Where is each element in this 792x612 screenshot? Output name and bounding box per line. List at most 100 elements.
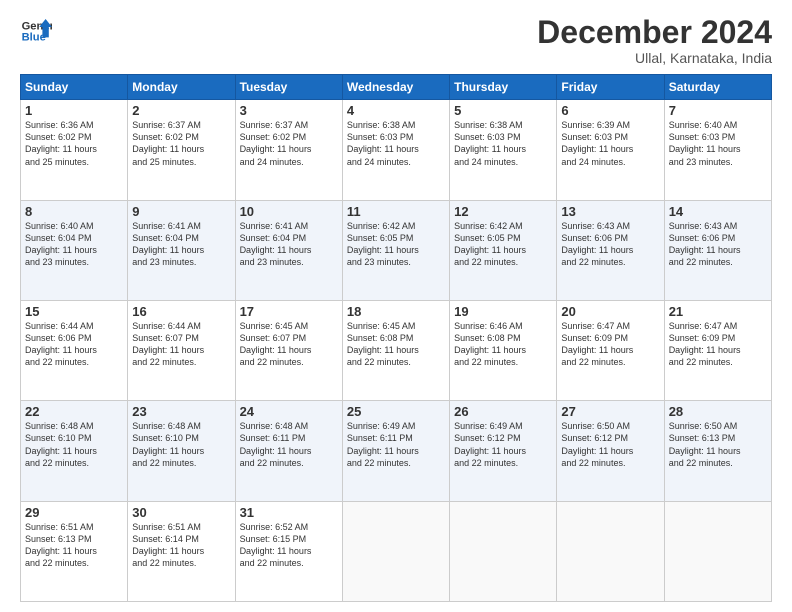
day-info: Sunrise: 6:50 AM Sunset: 6:12 PM Dayligh… (561, 420, 659, 469)
col-friday: Friday (557, 75, 664, 100)
col-monday: Monday (128, 75, 235, 100)
day-number: 15 (25, 304, 123, 319)
calendar-cell: 28Sunrise: 6:50 AM Sunset: 6:13 PM Dayli… (664, 401, 771, 501)
day-info: Sunrise: 6:40 AM Sunset: 6:03 PM Dayligh… (669, 119, 767, 168)
calendar-cell: 3Sunrise: 6:37 AM Sunset: 6:02 PM Daylig… (235, 100, 342, 200)
calendar-cell: 31Sunrise: 6:52 AM Sunset: 6:15 PM Dayli… (235, 501, 342, 601)
day-number: 21 (669, 304, 767, 319)
day-number: 17 (240, 304, 338, 319)
calendar-cell: 6Sunrise: 6:39 AM Sunset: 6:03 PM Daylig… (557, 100, 664, 200)
day-info: Sunrise: 6:44 AM Sunset: 6:07 PM Dayligh… (132, 320, 230, 369)
day-number: 16 (132, 304, 230, 319)
day-number: 19 (454, 304, 552, 319)
day-number: 22 (25, 404, 123, 419)
day-number: 2 (132, 103, 230, 118)
calendar-cell: 26Sunrise: 6:49 AM Sunset: 6:12 PM Dayli… (450, 401, 557, 501)
day-number: 28 (669, 404, 767, 419)
day-info: Sunrise: 6:48 AM Sunset: 6:10 PM Dayligh… (132, 420, 230, 469)
day-number: 27 (561, 404, 659, 419)
day-info: Sunrise: 6:41 AM Sunset: 6:04 PM Dayligh… (132, 220, 230, 269)
day-info: Sunrise: 6:39 AM Sunset: 6:03 PM Dayligh… (561, 119, 659, 168)
calendar-cell: 30Sunrise: 6:51 AM Sunset: 6:14 PM Dayli… (128, 501, 235, 601)
day-number: 30 (132, 505, 230, 520)
day-info: Sunrise: 6:44 AM Sunset: 6:06 PM Dayligh… (25, 320, 123, 369)
svg-text:Blue: Blue (22, 32, 46, 44)
calendar-cell: 19Sunrise: 6:46 AM Sunset: 6:08 PM Dayli… (450, 300, 557, 400)
day-info: Sunrise: 6:45 AM Sunset: 6:07 PM Dayligh… (240, 320, 338, 369)
calendar-cell (557, 501, 664, 601)
calendar-cell: 8Sunrise: 6:40 AM Sunset: 6:04 PM Daylig… (21, 200, 128, 300)
day-number: 5 (454, 103, 552, 118)
day-number: 23 (132, 404, 230, 419)
calendar-cell: 23Sunrise: 6:48 AM Sunset: 6:10 PM Dayli… (128, 401, 235, 501)
logo: General Blue (20, 15, 52, 47)
day-number: 29 (25, 505, 123, 520)
day-info: Sunrise: 6:42 AM Sunset: 6:05 PM Dayligh… (347, 220, 445, 269)
calendar-table: Sunday Monday Tuesday Wednesday Thursday… (20, 74, 772, 602)
day-number: 8 (25, 204, 123, 219)
day-number: 13 (561, 204, 659, 219)
calendar-cell: 25Sunrise: 6:49 AM Sunset: 6:11 PM Dayli… (342, 401, 449, 501)
day-number: 26 (454, 404, 552, 419)
calendar-cell (342, 501, 449, 601)
col-wednesday: Wednesday (342, 75, 449, 100)
calendar-cell: 2Sunrise: 6:37 AM Sunset: 6:02 PM Daylig… (128, 100, 235, 200)
calendar-cell: 27Sunrise: 6:50 AM Sunset: 6:12 PM Dayli… (557, 401, 664, 501)
calendar-cell: 1Sunrise: 6:36 AM Sunset: 6:02 PM Daylig… (21, 100, 128, 200)
day-number: 14 (669, 204, 767, 219)
day-info: Sunrise: 6:41 AM Sunset: 6:04 PM Dayligh… (240, 220, 338, 269)
calendar-cell: 22Sunrise: 6:48 AM Sunset: 6:10 PM Dayli… (21, 401, 128, 501)
day-info: Sunrise: 6:42 AM Sunset: 6:05 PM Dayligh… (454, 220, 552, 269)
day-info: Sunrise: 6:37 AM Sunset: 6:02 PM Dayligh… (132, 119, 230, 168)
day-info: Sunrise: 6:46 AM Sunset: 6:08 PM Dayligh… (454, 320, 552, 369)
day-number: 12 (454, 204, 552, 219)
calendar-cell (664, 501, 771, 601)
calendar-cell: 7Sunrise: 6:40 AM Sunset: 6:03 PM Daylig… (664, 100, 771, 200)
calendar-cell: 14Sunrise: 6:43 AM Sunset: 6:06 PM Dayli… (664, 200, 771, 300)
col-thursday: Thursday (450, 75, 557, 100)
calendar-cell: 17Sunrise: 6:45 AM Sunset: 6:07 PM Dayli… (235, 300, 342, 400)
day-info: Sunrise: 6:48 AM Sunset: 6:10 PM Dayligh… (25, 420, 123, 469)
location: Ullal, Karnataka, India (537, 50, 772, 66)
calendar-cell: 13Sunrise: 6:43 AM Sunset: 6:06 PM Dayli… (557, 200, 664, 300)
day-number: 4 (347, 103, 445, 118)
calendar-cell: 11Sunrise: 6:42 AM Sunset: 6:05 PM Dayli… (342, 200, 449, 300)
day-number: 20 (561, 304, 659, 319)
col-sunday: Sunday (21, 75, 128, 100)
day-info: Sunrise: 6:50 AM Sunset: 6:13 PM Dayligh… (669, 420, 767, 469)
page: General Blue December 2024 Ullal, Karnat… (0, 0, 792, 612)
col-tuesday: Tuesday (235, 75, 342, 100)
calendar-week-1: 1Sunrise: 6:36 AM Sunset: 6:02 PM Daylig… (21, 100, 772, 200)
day-info: Sunrise: 6:48 AM Sunset: 6:11 PM Dayligh… (240, 420, 338, 469)
day-info: Sunrise: 6:38 AM Sunset: 6:03 PM Dayligh… (454, 119, 552, 168)
day-info: Sunrise: 6:40 AM Sunset: 6:04 PM Dayligh… (25, 220, 123, 269)
calendar-cell: 24Sunrise: 6:48 AM Sunset: 6:11 PM Dayli… (235, 401, 342, 501)
calendar-cell: 12Sunrise: 6:42 AM Sunset: 6:05 PM Dayli… (450, 200, 557, 300)
calendar-cell (450, 501, 557, 601)
day-number: 31 (240, 505, 338, 520)
day-number: 10 (240, 204, 338, 219)
day-info: Sunrise: 6:43 AM Sunset: 6:06 PM Dayligh… (561, 220, 659, 269)
day-info: Sunrise: 6:36 AM Sunset: 6:02 PM Dayligh… (25, 119, 123, 168)
calendar-cell: 9Sunrise: 6:41 AM Sunset: 6:04 PM Daylig… (128, 200, 235, 300)
day-number: 9 (132, 204, 230, 219)
calendar-cell: 15Sunrise: 6:44 AM Sunset: 6:06 PM Dayli… (21, 300, 128, 400)
title-area: December 2024 Ullal, Karnataka, India (537, 15, 772, 66)
day-info: Sunrise: 6:38 AM Sunset: 6:03 PM Dayligh… (347, 119, 445, 168)
calendar-cell: 10Sunrise: 6:41 AM Sunset: 6:04 PM Dayli… (235, 200, 342, 300)
calendar-cell: 16Sunrise: 6:44 AM Sunset: 6:07 PM Dayli… (128, 300, 235, 400)
day-info: Sunrise: 6:51 AM Sunset: 6:14 PM Dayligh… (132, 521, 230, 570)
calendar-week-2: 8Sunrise: 6:40 AM Sunset: 6:04 PM Daylig… (21, 200, 772, 300)
day-info: Sunrise: 6:47 AM Sunset: 6:09 PM Dayligh… (561, 320, 659, 369)
calendar-week-5: 29Sunrise: 6:51 AM Sunset: 6:13 PM Dayli… (21, 501, 772, 601)
day-info: Sunrise: 6:49 AM Sunset: 6:12 PM Dayligh… (454, 420, 552, 469)
calendar-cell: 29Sunrise: 6:51 AM Sunset: 6:13 PM Dayli… (21, 501, 128, 601)
day-info: Sunrise: 6:49 AM Sunset: 6:11 PM Dayligh… (347, 420, 445, 469)
day-number: 6 (561, 103, 659, 118)
day-number: 11 (347, 204, 445, 219)
calendar-week-3: 15Sunrise: 6:44 AM Sunset: 6:06 PM Dayli… (21, 300, 772, 400)
calendar-cell: 18Sunrise: 6:45 AM Sunset: 6:08 PM Dayli… (342, 300, 449, 400)
calendar-cell: 4Sunrise: 6:38 AM Sunset: 6:03 PM Daylig… (342, 100, 449, 200)
day-number: 25 (347, 404, 445, 419)
day-number: 3 (240, 103, 338, 118)
